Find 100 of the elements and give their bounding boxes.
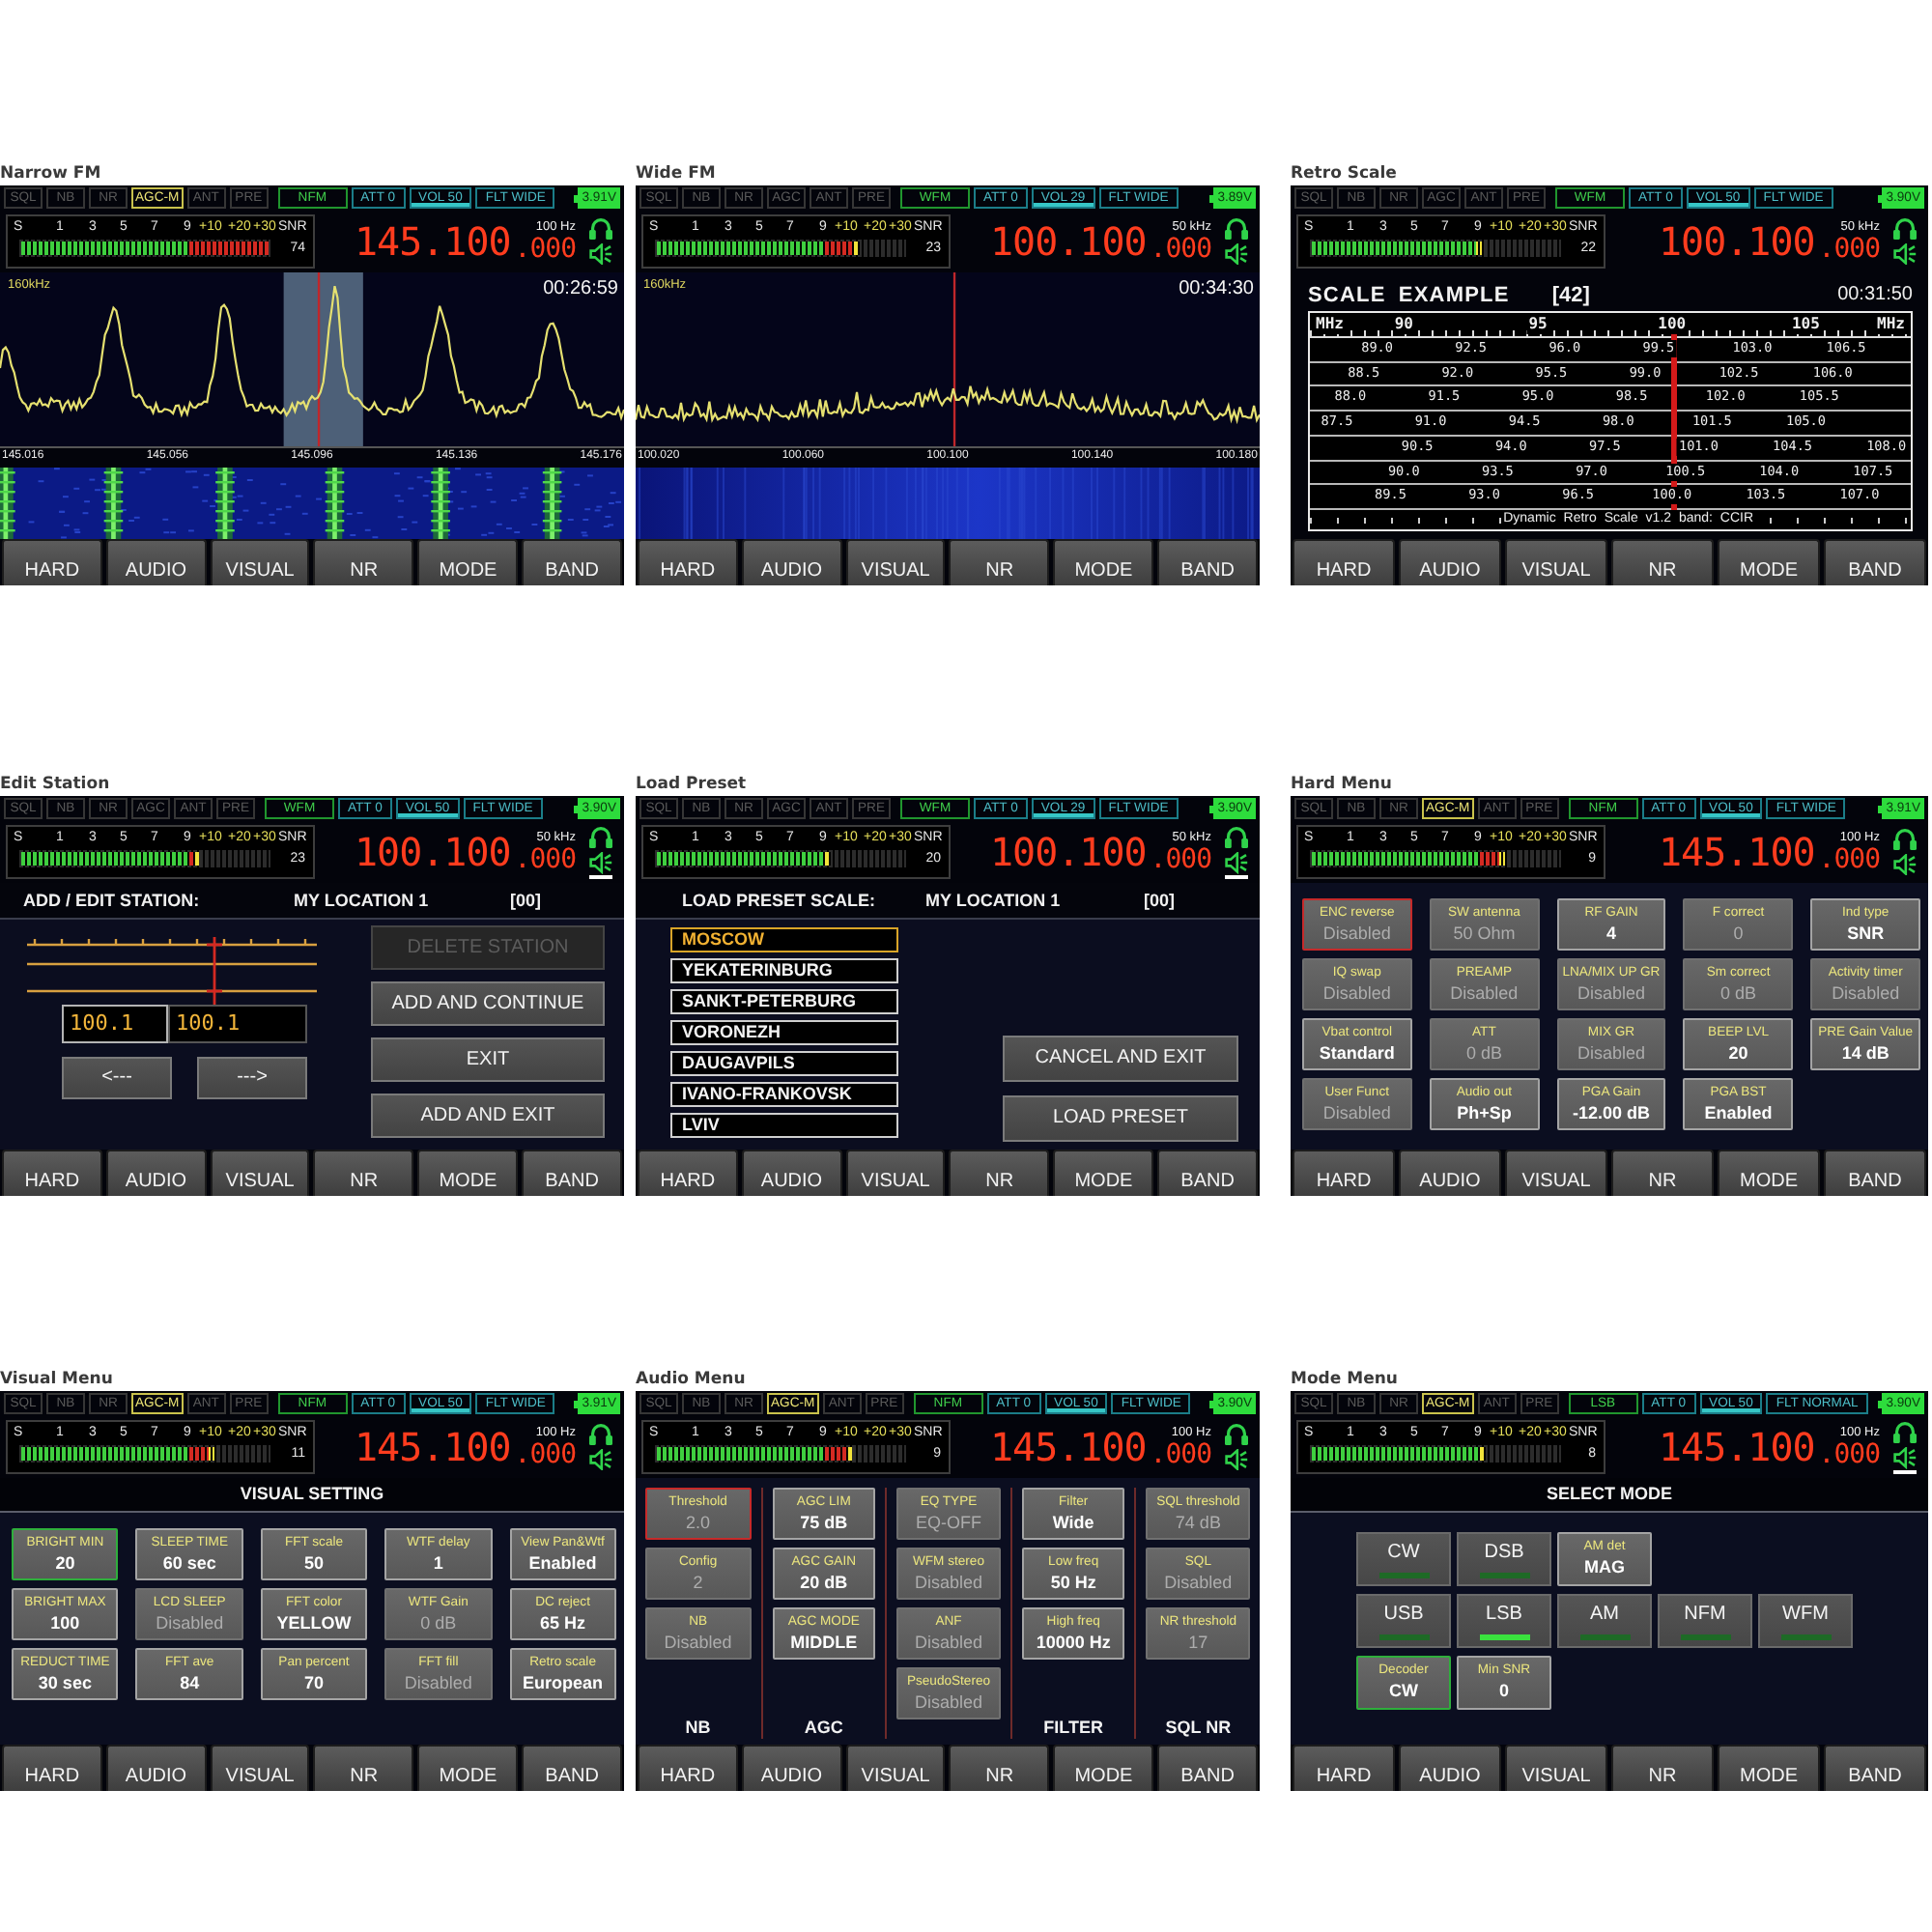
softkey-button[interactable]: BAND <box>1824 1150 1926 1196</box>
panel-caption: Load Preset <box>636 775 747 796</box>
softkey-button[interactable]: VISUAL <box>210 1745 310 1791</box>
preset-item[interactable]: IVANO-FRANKOVSK <box>670 1082 898 1107</box>
softkey-button[interactable]: NR <box>949 1745 1050 1791</box>
action-button[interactable]: CANCEL AND EXIT <box>1003 1036 1238 1082</box>
softkey-button[interactable]: VISUAL <box>845 1150 946 1196</box>
softkey-button[interactable]: NR <box>1611 1150 1714 1196</box>
headphones-icon <box>1893 216 1917 240</box>
softkey-button[interactable]: AUDIO <box>741 1150 842 1196</box>
preset-item[interactable]: MOSCOW <box>670 927 898 952</box>
softkey-button[interactable]: BAND <box>522 1745 622 1791</box>
softkey-button[interactable]: VISUAL <box>210 1150 310 1196</box>
preset-item[interactable]: VORONEZH <box>670 1020 898 1045</box>
modulation-button[interactable]: NFM <box>1658 1594 1752 1648</box>
softkey-button[interactable]: AUDIO <box>105 539 207 585</box>
softkey-button[interactable]: HARD <box>1293 1150 1395 1196</box>
action-button[interactable]: ADD AND CONTINUE <box>371 981 605 1026</box>
softkey-button[interactable]: NR <box>949 539 1050 585</box>
headphones-icon <box>589 216 612 240</box>
softkey-button[interactable]: NR <box>313 539 414 585</box>
softkey-button[interactable]: HARD <box>2 539 102 585</box>
softkey-button[interactable]: MODE <box>1053 1745 1154 1791</box>
softkey-button[interactable]: VISUAL <box>845 539 946 585</box>
softkey-button[interactable]: HARD <box>638 1150 738 1196</box>
frequency-readout: 145.100 <box>1658 830 1815 872</box>
modulation-button[interactable]: WFM <box>1758 1594 1853 1648</box>
softkey-button[interactable]: NR <box>313 1745 414 1791</box>
headphones-icon <box>1893 1419 1917 1442</box>
frequency-readout: 145.100 <box>354 219 511 262</box>
softkey-button[interactable]: VISUAL <box>1505 1150 1607 1196</box>
preset-item[interactable]: LVIV <box>670 1113 898 1138</box>
clock-time: 00:34:30 <box>1179 278 1254 301</box>
headphones-icon <box>1225 1422 1248 1445</box>
modulation-button[interactable]: USB <box>1356 1594 1451 1648</box>
menu-title: VISUAL SETTING <box>0 1478 624 1513</box>
softkey-button[interactable]: NR <box>313 1150 414 1196</box>
arrow-button[interactable]: <--- <box>62 1057 172 1099</box>
frequency-readout: 100.100 <box>354 830 511 872</box>
softkey-button[interactable]: HARD <box>2 1150 102 1196</box>
frequency-fine-readout: .000 <box>514 846 576 873</box>
softkey-button[interactable]: AUDIO <box>1399 1150 1501 1196</box>
column-footer: NB <box>685 1716 711 1739</box>
softkey-button[interactable]: MODE <box>1718 1745 1820 1791</box>
softkey-button[interactable]: AUDIO <box>105 1745 207 1791</box>
softkey-button[interactable]: HARD <box>638 539 738 585</box>
softkey-button[interactable]: MODE <box>417 1150 519 1196</box>
softkey-button[interactable]: BAND <box>522 539 622 585</box>
softkey-button[interactable]: MODE <box>1053 539 1154 585</box>
preset-item[interactable]: DAUGAVPILS <box>670 1051 898 1076</box>
scale-mark: MHz <box>1875 313 1907 334</box>
action-button[interactable]: EXIT <box>371 1037 605 1082</box>
frequency-field[interactable]: 100.1 <box>62 1005 168 1043</box>
modulation-button[interactable]: LSB <box>1457 1594 1551 1648</box>
modulation-button[interactable]: DSB <box>1457 1532 1551 1586</box>
softkey-button[interactable]: HARD <box>1293 539 1395 585</box>
softkey-button[interactable]: VISUAL <box>1505 1745 1607 1791</box>
softkey-button[interactable]: MODE <box>1718 539 1820 585</box>
scale-mark: MHz <box>1314 313 1346 334</box>
softkey-button[interactable]: NR <box>949 1150 1050 1196</box>
arrow-button[interactable]: ---> <box>197 1057 307 1099</box>
softkey-button[interactable]: AUDIO <box>1399 1745 1501 1791</box>
softkey-button[interactable]: MODE <box>1053 1150 1154 1196</box>
softkey-button[interactable]: AUDIO <box>741 1745 842 1791</box>
softkey-button[interactable]: VISUAL <box>1505 539 1607 585</box>
softkey-button[interactable]: BAND <box>1157 1150 1258 1196</box>
softkey-button[interactable]: BAND <box>1824 539 1926 585</box>
softkey-button[interactable]: MODE <box>417 1745 519 1791</box>
action-button[interactable]: LOAD PRESET <box>1003 1095 1238 1142</box>
softkey-button[interactable]: HARD <box>1293 1745 1395 1791</box>
softkey-button[interactable]: BAND <box>1157 1745 1258 1791</box>
modulation-button[interactable]: CW <box>1356 1532 1451 1586</box>
location-name: MY LOCATION 1 <box>925 889 1063 912</box>
clock-time: 00:31:50 <box>1837 281 1913 308</box>
scale-count: [42] <box>1551 281 1590 308</box>
softkey-button[interactable]: VISUAL <box>210 539 310 585</box>
softkey-button[interactable]: MODE <box>1718 1150 1820 1196</box>
softkey-button[interactable]: BAND <box>522 1150 622 1196</box>
softkey-button[interactable]: VISUAL <box>845 1745 946 1791</box>
location-name: MY LOCATION 1 <box>294 889 431 912</box>
headphones-icon <box>1225 824 1248 847</box>
softkey-button[interactable]: AUDIO <box>105 1150 207 1196</box>
softkey-button[interactable]: NR <box>1611 539 1714 585</box>
preset-item[interactable]: SANKT-PETERBURG <box>670 989 898 1014</box>
softkey-button[interactable]: BAND <box>1824 1745 1926 1791</box>
frequency-readout: 145.100 <box>354 1425 511 1467</box>
softkey-button[interactable]: BAND <box>1157 539 1258 585</box>
preset-item[interactable]: YEKATERINBURG <box>670 958 898 983</box>
action-button[interactable]: ADD AND EXIT <box>371 1094 605 1138</box>
softkey-button[interactable]: AUDIO <box>1399 539 1501 585</box>
softkey-button[interactable]: MODE <box>417 539 519 585</box>
panel-caption: Hard Menu <box>1291 775 1392 796</box>
frequency-field[interactable]: 100.1 <box>168 1005 307 1043</box>
softkey-button[interactable]: HARD <box>638 1745 738 1791</box>
softkey-button[interactable]: NR <box>1611 1745 1714 1791</box>
softkey-button[interactable]: HARD <box>2 1745 102 1791</box>
softkey-button[interactable]: AUDIO <box>741 539 842 585</box>
scale-mark: 105 <box>1790 313 1822 334</box>
station-index: [00] <box>1144 889 1178 912</box>
modulation-button[interactable]: AM <box>1557 1594 1652 1648</box>
